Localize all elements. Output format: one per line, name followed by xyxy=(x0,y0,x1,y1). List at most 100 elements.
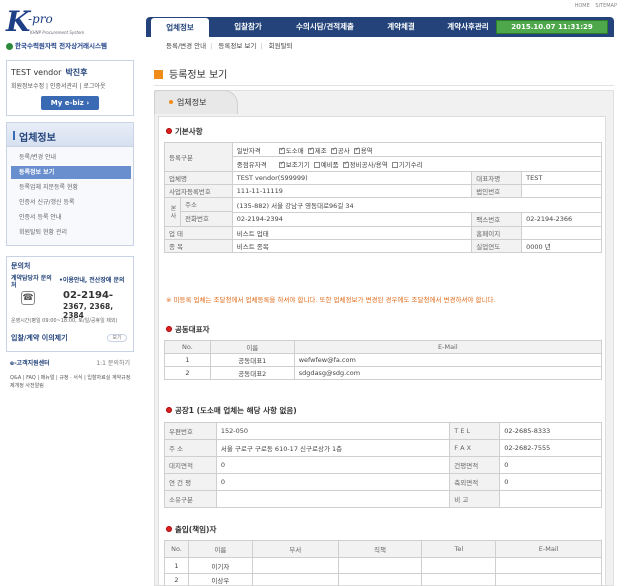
section-basic-label: 기본사항 xyxy=(175,127,203,136)
section-joint-title: 공동대표자 xyxy=(166,324,210,335)
cell-email: wefwfew@fa.com xyxy=(293,353,603,367)
memo-label: 비 고 xyxy=(449,490,501,508)
ceo-name: TEST xyxy=(521,171,602,185)
joint-table: No. 이름 E-Mail 1 공동대표1 wefwfew@fa.com 2 공… xyxy=(164,340,603,380)
col-name: 이름 xyxy=(209,340,295,354)
cell-tel xyxy=(421,573,497,586)
factory-table: 우편번호 152-050 T E L 02-2685-8333 주 소 서울 구… xyxy=(164,422,602,508)
side-menu: 업체정보 등록/변경 안내 등록정보 보기 등록업체 지문등록 현황 인증서 신… xyxy=(6,122,134,246)
col-tel: Tel xyxy=(421,540,497,558)
checkbox-retail[interactable]: 도소매 xyxy=(278,145,304,155)
logo-k: K xyxy=(6,5,31,38)
side-menu-item-guide[interactable]: 등록/변경 안내 xyxy=(11,151,131,164)
cell-name: 공동대표2 xyxy=(209,366,295,380)
bullet-icon xyxy=(166,326,172,332)
side-menu-item-withdraw[interactable]: 회원탈퇴 현황 관리 xyxy=(11,226,131,239)
nav-tab-company[interactable]: 업체정보 xyxy=(150,17,210,37)
factory-addr: 서울 구로구 구로동 610-17 신구로상가 1층 xyxy=(215,439,451,457)
nav-tab-contract[interactable]: 계약체결 xyxy=(372,17,430,37)
user-box: TEST vendor 박진후 회원정보수정 | 인증서관리 | 로그아웃 My … xyxy=(6,60,134,116)
checkbox-aux-equip[interactable]: 보조기기 xyxy=(278,159,310,169)
help-links[interactable]: Q&A | FAQ | 매뉴얼 | 규정 · 서식 | 입찰자료실 계약규정 제… xyxy=(10,374,134,390)
cell-email xyxy=(495,573,602,586)
checkbox-service[interactable]: 용역 xyxy=(353,145,373,155)
contact-phone-1: 02-2194- xyxy=(63,290,114,301)
side-menu-item-cert-register[interactable]: 인증서 신규/갱신 등록 xyxy=(11,196,131,209)
reg-type-label: 등록구분 xyxy=(164,142,233,172)
subnav-guide[interactable]: 등록/변경 안내 xyxy=(166,42,206,50)
bldg-area: 0 xyxy=(499,456,602,474)
user-links[interactable]: 회원정보수정 | 인증서관리 | 로그아웃 xyxy=(11,81,105,90)
contact-title: 문의처 xyxy=(11,262,31,270)
help-title[interactable]: e-고객지원센터 xyxy=(10,358,50,367)
corpno-label: 법인번호 xyxy=(471,184,523,198)
logo-mark-icon xyxy=(6,42,13,50)
nav-tab-bid[interactable]: 입찰참가 xyxy=(216,17,280,37)
objection-link[interactable]: 입찰/계약 이의제기 xyxy=(11,333,68,343)
logo-org: 한국수력원자력 전자상거래시스템 xyxy=(6,40,107,50)
checkbox-manufacture[interactable]: 제조 xyxy=(307,145,327,155)
cell-name: 이기자 xyxy=(187,557,253,574)
floor-area-label: 연 건 평 xyxy=(164,473,217,491)
bullet-icon xyxy=(166,526,172,532)
bullet-icon xyxy=(166,128,172,134)
cell-dept xyxy=(251,557,339,574)
cell-no: 1 xyxy=(164,353,211,367)
addr-label: 주소 xyxy=(181,198,232,212)
cell-email: sdgdasg@sdg.com xyxy=(293,366,603,380)
years-label: 실업연도 xyxy=(471,239,523,253)
section-basic-title: 기본사항 xyxy=(166,126,203,137)
tab-dot-icon xyxy=(169,100,173,104)
ceo-label: 대표자명 xyxy=(471,171,523,185)
table-row: 1 공동대표1 wefwfew@fa.com xyxy=(164,353,603,367)
nav-tab-postcontract[interactable]: 계약사후관리 xyxy=(434,17,502,37)
side-menu-item-view[interactable]: 등록정보 보기 xyxy=(11,166,131,179)
factory-addr-label: 주 소 xyxy=(164,439,217,457)
user-name-line: TEST vendor 박진후 xyxy=(11,67,88,78)
my-ebiz-button[interactable]: My e-biz › xyxy=(41,96,99,110)
nav-tab-quote[interactable]: 수의시담/견적제출 xyxy=(282,17,368,37)
sitemap-link[interactable]: SITEMAP xyxy=(595,3,617,9)
subnav-withdraw[interactable]: 회원탈퇴 xyxy=(269,42,293,50)
section-factory-label: 공장1 (도소매 업체는 해당 사항 없음) xyxy=(175,406,297,415)
cell-no: 2 xyxy=(164,366,211,380)
joint-qual-label: 중점유자격 xyxy=(236,161,267,169)
homepage xyxy=(521,226,602,240)
cell-name: 공동대표1 xyxy=(209,353,295,367)
sub-nav: 등록/변경 안내 | 등록정보 보기 | 회원탈퇴 xyxy=(166,40,297,50)
bldg-area-label: 건평면적 xyxy=(449,456,501,474)
tab-company-info[interactable]: 업체정보 xyxy=(154,90,238,114)
biztype: 비스트 업태 xyxy=(231,226,473,240)
col-dept: 부서 xyxy=(251,540,339,558)
help-qna-link[interactable]: 1:1 문의하기 xyxy=(96,358,130,367)
title-square-icon xyxy=(154,70,163,79)
cell-tel xyxy=(421,557,497,574)
help-box: e-고객지원센터 1:1 문의하기 Q&A | FAQ | 매뉴얼 | 규정 ·… xyxy=(6,356,134,400)
factory-fax: 02-2682-7555 xyxy=(499,439,602,457)
checkbox-repair[interactable]: 기기수리 xyxy=(391,159,423,169)
site-area: 0 xyxy=(215,456,451,474)
objection-view-button[interactable]: 보기 xyxy=(107,334,127,342)
checkbox-maintenance[interactable]: 정비공사/용역 xyxy=(342,159,388,169)
tab-company-info-label: 업체정보 xyxy=(177,98,207,107)
subnav-view[interactable]: 등록정보 보기 xyxy=(218,42,256,50)
cell-dept xyxy=(251,573,339,586)
ownership-label: 소유구분 xyxy=(164,490,217,508)
biztype-label: 업 태 xyxy=(164,226,233,240)
contact-hours: 운영시간(평일 09:00~18:00, 토/일/공휴일 제외) xyxy=(11,318,118,324)
outer-area: 0 xyxy=(499,473,602,491)
table-row: 1 이기자 xyxy=(164,557,602,574)
checkbox-spare[interactable]: 예비품 xyxy=(313,159,339,169)
cell-position xyxy=(337,557,423,574)
logo[interactable]: K -pro KHNP Procurement System 한국수력원자력 전… xyxy=(6,8,146,50)
side-menu-item-fingerprint[interactable]: 등록업체 지문등록 현황 xyxy=(11,181,131,194)
subnav-sep: | xyxy=(260,42,263,50)
side-menu-item-cert-guide[interactable]: 인증서 등록 안내 xyxy=(11,211,131,224)
years: 0000 년 xyxy=(521,239,602,253)
notice-text: ※ 미등록 업체는 조달청에서 업체등록을 하셔야 합니다. 또한 업체정보가 … xyxy=(166,296,496,304)
clock-display: 2015.10.07 11:31:29 xyxy=(496,20,608,34)
hq-fax: 02-2194-2366 xyxy=(521,211,602,227)
side-menu-title: 업체정보 xyxy=(19,133,56,144)
home-link[interactable]: HOME xyxy=(575,3,590,9)
checkbox-construction[interactable]: 공사 xyxy=(330,145,350,155)
